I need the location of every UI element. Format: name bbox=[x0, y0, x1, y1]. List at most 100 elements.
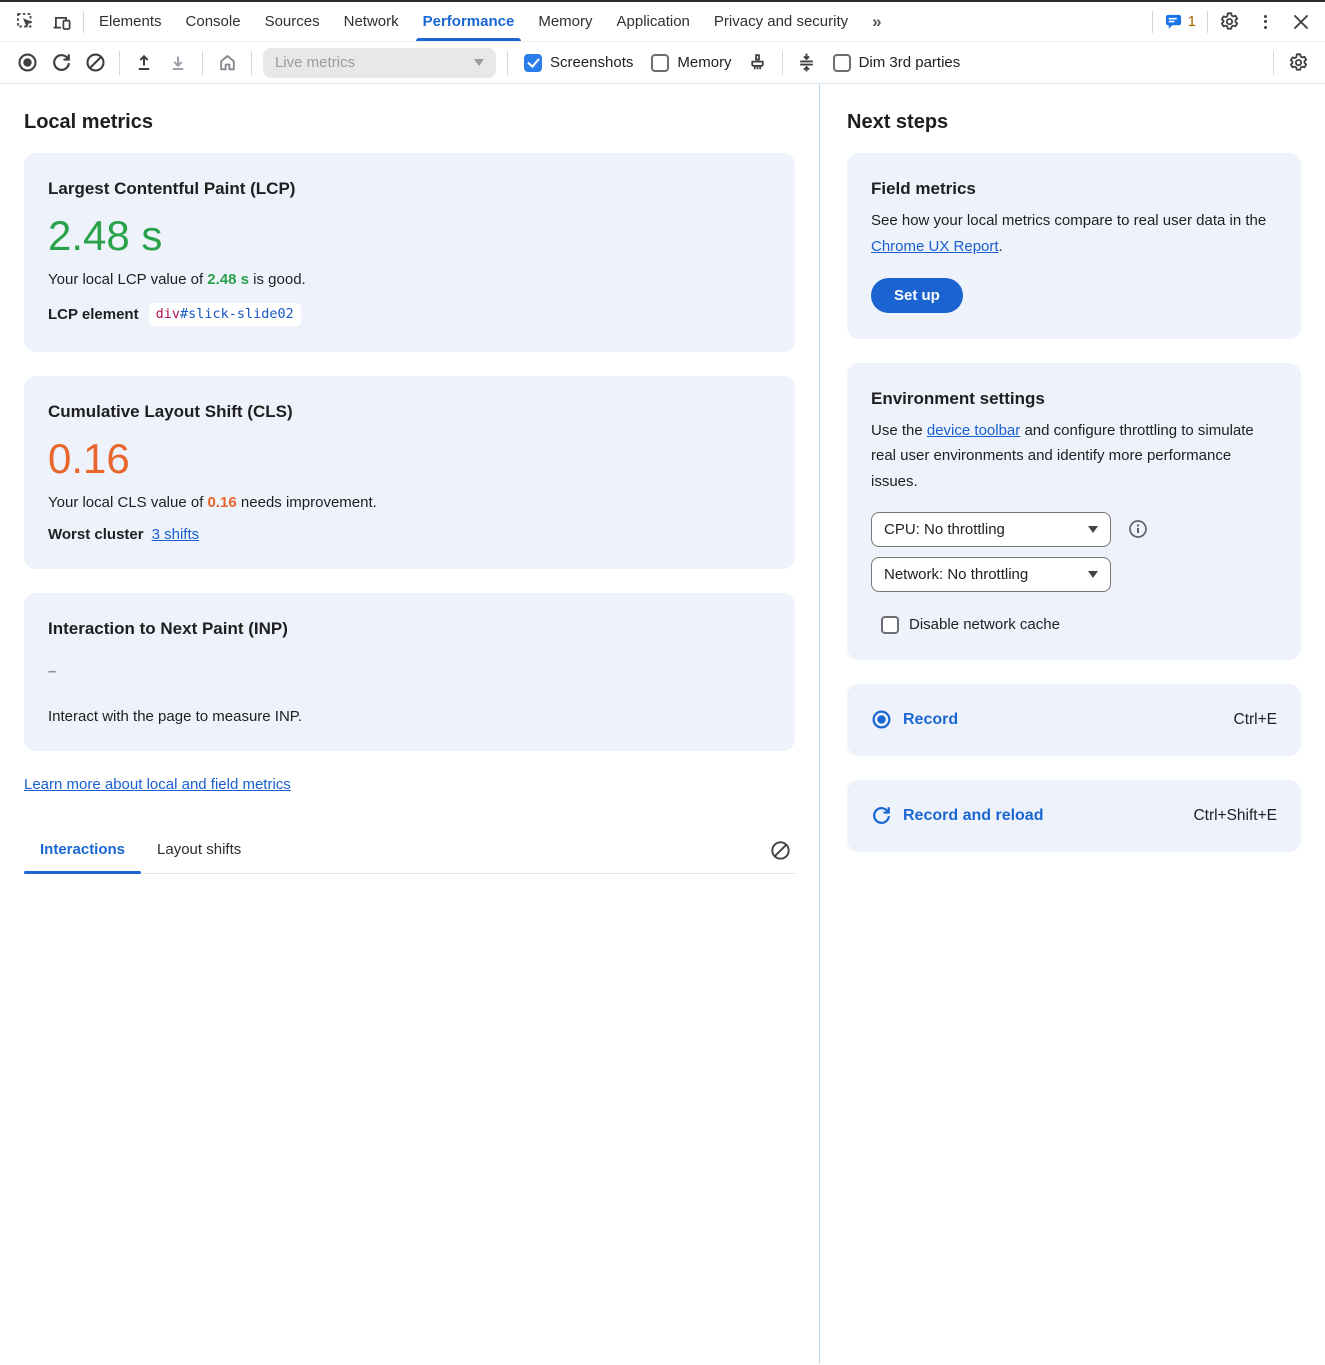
save-profile-button[interactable] bbox=[161, 46, 195, 80]
tab-sources[interactable]: Sources bbox=[253, 2, 332, 41]
chevron-double-right-icon: » bbox=[872, 12, 882, 32]
collapse-button[interactable] bbox=[790, 46, 824, 80]
clear-icon bbox=[770, 840, 791, 861]
capture-settings-button[interactable] bbox=[1281, 46, 1315, 80]
tab-network[interactable]: Network bbox=[332, 2, 411, 41]
clear-log-button[interactable] bbox=[766, 840, 795, 873]
disable-network-cache-label: Disable network cache bbox=[909, 616, 1060, 633]
close-icon bbox=[1293, 14, 1309, 30]
load-profile-button[interactable] bbox=[127, 46, 161, 80]
tab-memory[interactable]: Memory bbox=[526, 2, 604, 41]
memory-label: Memory bbox=[677, 54, 731, 71]
device-toolbar-link[interactable]: device toolbar bbox=[927, 422, 1020, 439]
cls-desc-prefix: Your local CLS value of bbox=[48, 494, 208, 511]
device-toolbar-button[interactable] bbox=[44, 5, 80, 39]
cpu-throttling-select[interactable]: CPU: No throttling bbox=[871, 512, 1111, 547]
close-devtools-button[interactable] bbox=[1283, 5, 1319, 39]
field-metrics-text-prefix: See how your local metrics compare to re… bbox=[871, 212, 1196, 229]
dim-3rd-parties-toggle[interactable]: Dim 3rd parties bbox=[824, 54, 970, 72]
dim-3rd-parties-checkbox[interactable] bbox=[833, 54, 851, 72]
info-icon[interactable] bbox=[1128, 519, 1148, 539]
screenshots-toggle[interactable]: Screenshots bbox=[515, 54, 642, 72]
reload-icon bbox=[871, 805, 892, 826]
cls-cluster-row: Worst cluster 3 shifts bbox=[48, 526, 771, 543]
results-tabs: Interactions Layout shifts bbox=[24, 840, 795, 874]
record-and-reload-card[interactable]: Record and reload Ctrl+Shift+E bbox=[847, 780, 1301, 852]
tab-privacy-and-security[interactable]: Privacy and security bbox=[702, 2, 860, 41]
toolbar-separator bbox=[507, 51, 508, 75]
record-and-reload-button[interactable] bbox=[44, 46, 78, 80]
toolbar-separator bbox=[782, 51, 783, 75]
screenshots-label: Screenshots bbox=[550, 54, 633, 71]
cls-title: Cumulative Layout Shift (CLS) bbox=[48, 402, 771, 422]
set-up-button[interactable]: Set up bbox=[871, 278, 963, 313]
toolbar-separator bbox=[202, 51, 203, 75]
inp-title: Interaction to Next Paint (INP) bbox=[48, 619, 771, 639]
clear-button[interactable] bbox=[78, 46, 112, 80]
performance-toolbar: Live metrics Screenshots Memory bbox=[0, 42, 1325, 84]
inspect-element-button[interactable] bbox=[8, 5, 44, 39]
toolbar-separator bbox=[251, 51, 252, 75]
lcp-element-label: LCP element bbox=[48, 306, 139, 323]
record-and-reload-shortcut: Ctrl+Shift+E bbox=[1193, 807, 1277, 825]
tab-label: Performance bbox=[423, 13, 515, 30]
reload-icon bbox=[51, 52, 72, 73]
more-tabs-button[interactable]: » bbox=[860, 2, 894, 41]
environment-settings-text: Use the device toolbar and configure thr… bbox=[871, 418, 1277, 495]
disable-network-cache-toggle[interactable]: Disable network cache bbox=[881, 616, 1277, 634]
more-options-button[interactable] bbox=[1247, 5, 1283, 39]
issues-counter-button[interactable]: 1 bbox=[1156, 12, 1204, 31]
chrome-ux-report-link[interactable]: Chrome UX Report bbox=[871, 238, 999, 255]
tab-elements[interactable]: Elements bbox=[87, 2, 174, 41]
record-card[interactable]: Record Ctrl+E bbox=[847, 684, 1301, 756]
worst-cluster-link[interactable]: 3 shifts bbox=[152, 526, 200, 543]
devtools-tabbar: Elements Console Sources Network Perform… bbox=[0, 2, 1325, 42]
tabbar-separator bbox=[1207, 11, 1208, 33]
cls-desc-value: 0.16 bbox=[208, 494, 237, 511]
learn-more-link[interactable]: Learn more about local and field metrics bbox=[24, 776, 291, 793]
chevron-down-icon bbox=[1088, 526, 1098, 533]
tab-layout-shifts[interactable]: Layout shifts bbox=[141, 841, 257, 873]
tab-performance[interactable]: Performance bbox=[411, 2, 527, 41]
field-metrics-card: Field metrics See how your local metrics… bbox=[847, 153, 1301, 339]
issues-bubble-icon bbox=[1164, 12, 1183, 31]
history-dropdown[interactable]: Live metrics bbox=[263, 48, 496, 78]
inp-description: Interact with the page to measure INP. bbox=[48, 708, 771, 725]
field-metrics-text: See how your local metrics compare to re… bbox=[871, 208, 1277, 260]
next-steps-heading: Next steps bbox=[847, 111, 1301, 134]
device-toolbar-icon bbox=[52, 12, 72, 32]
memory-checkbox[interactable] bbox=[651, 54, 669, 72]
lcp-description: Your local LCP value of 2.48 s is good. bbox=[48, 271, 771, 288]
element-id: #slick-slide02 bbox=[180, 306, 294, 322]
record-button[interactable] bbox=[10, 46, 44, 80]
tab-label: Layout shifts bbox=[157, 841, 241, 858]
home-button[interactable] bbox=[210, 46, 244, 80]
env-text-prefix: Use the bbox=[871, 422, 927, 439]
cls-description: Your local CLS value of 0.16 needs impro… bbox=[48, 494, 771, 511]
screenshots-checkbox[interactable] bbox=[524, 54, 542, 72]
memory-toggle[interactable]: Memory bbox=[642, 54, 740, 72]
lcp-element-link[interactable]: div#slick-slide02 bbox=[149, 303, 301, 326]
tab-console[interactable]: Console bbox=[174, 2, 253, 41]
lcp-title: Largest Contentful Paint (LCP) bbox=[48, 179, 771, 199]
field-metrics-text-suffix: . bbox=[999, 238, 1003, 255]
home-icon bbox=[217, 52, 238, 73]
tab-application[interactable]: Application bbox=[605, 2, 702, 41]
tab-label: Application bbox=[617, 13, 690, 30]
settings-button[interactable] bbox=[1211, 5, 1247, 39]
record-label: Record bbox=[903, 711, 958, 729]
network-throttling-select[interactable]: Network: No throttling bbox=[871, 557, 1111, 592]
collect-garbage-button[interactable] bbox=[741, 46, 775, 80]
tab-label: Elements bbox=[99, 13, 162, 30]
record-and-reload-label: Record and reload bbox=[903, 807, 1043, 825]
tab-interactions[interactable]: Interactions bbox=[24, 841, 141, 873]
lcp-element-row: LCP element div#slick-slide02 bbox=[48, 303, 771, 326]
kebab-menu-icon bbox=[1264, 15, 1267, 29]
upload-icon bbox=[134, 53, 154, 73]
dim-3rd-parties-label: Dim 3rd parties bbox=[859, 54, 961, 71]
environment-settings-title: Environment settings bbox=[871, 389, 1277, 409]
cls-desc-suffix: needs improvement. bbox=[237, 494, 377, 511]
disable-network-cache-checkbox[interactable] bbox=[881, 616, 899, 634]
inspect-icon bbox=[16, 12, 36, 32]
gear-icon bbox=[1219, 11, 1240, 32]
